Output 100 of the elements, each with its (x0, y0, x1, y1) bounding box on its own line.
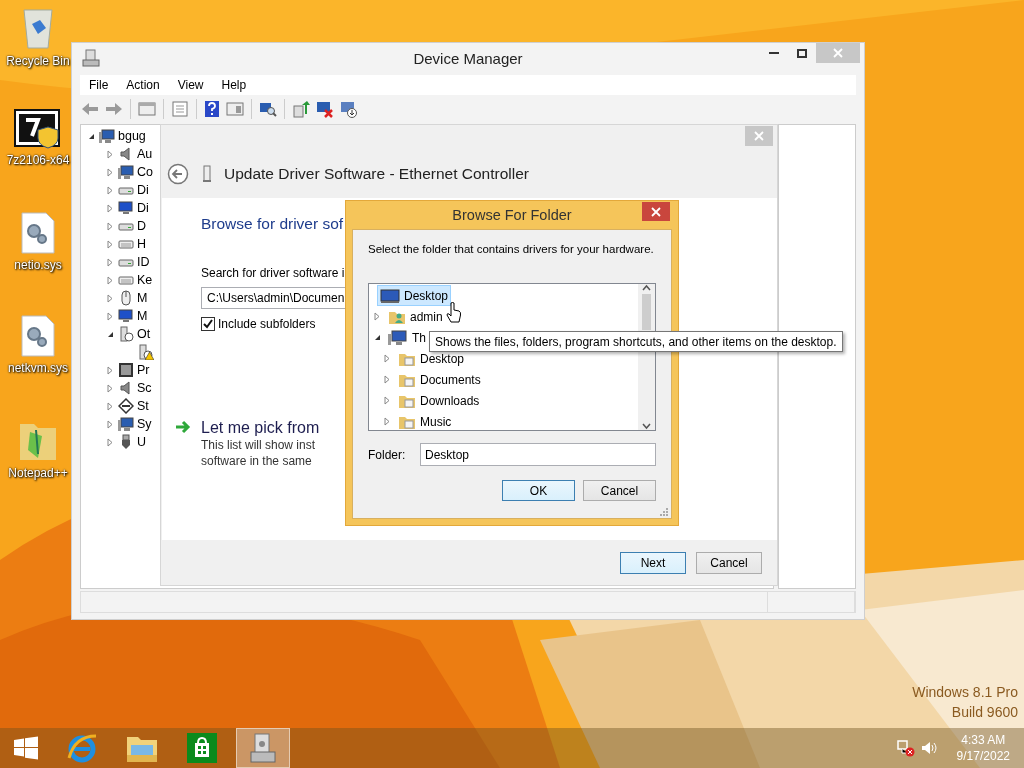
scrollbar-thumb[interactable] (642, 294, 651, 330)
collapsed-arrow-icon[interactable] (383, 375, 392, 384)
include-subfolders-checkbox[interactable]: Include subfolders (201, 317, 316, 331)
instruction-text: Select the folder that contains drivers for your hardware. (368, 243, 655, 255)
store-icon[interactable] (186, 732, 218, 764)
collapsed-arrow-icon[interactable] (106, 365, 115, 375)
folder-tree-item[interactable]: Music (395, 411, 455, 432)
back-button[interactable] (80, 100, 100, 118)
update-driver-button[interactable] (291, 99, 311, 119)
tooltip: Shows the files, folders, program shortcuts, and other items on the desktop. (429, 331, 843, 352)
arrow-right-icon (175, 419, 193, 435)
tree-item[interactable]: Di (137, 201, 149, 215)
tree-item[interactable]: Co (137, 165, 153, 179)
collapsed-arrow-icon[interactable] (106, 383, 115, 393)
folder-tree-item[interactable]: Th (385, 327, 429, 348)
hand-cursor-icon (446, 302, 462, 324)
folder-tree-item[interactable]: admin (385, 306, 446, 327)
scan-button[interactable] (258, 100, 278, 118)
folder-tree-item[interactable]: Desktop (377, 285, 452, 306)
collapsed-arrow-icon[interactable] (106, 239, 115, 249)
taskbar-app[interactable] (236, 728, 290, 768)
tree-item[interactable]: Pr (137, 363, 150, 377)
folder-tree-item[interactable]: Downloads (395, 390, 483, 411)
collapsed-arrow-icon[interactable] (106, 437, 115, 447)
collapsed-arrow-icon[interactable] (106, 275, 115, 285)
dialog-title: Browse For Folder (452, 207, 572, 223)
menu-item[interactable]: File (80, 76, 118, 94)
menu-item[interactable]: Action (117, 76, 169, 94)
tree-item[interactable]: ID (137, 255, 150, 269)
disable-button[interactable] (315, 99, 335, 119)
section-heading: Browse for driver sof (201, 215, 344, 233)
collapsed-arrow-icon[interactable] (106, 311, 115, 321)
monitor-x-icon (316, 100, 334, 118)
tree-item[interactable]: Ke (137, 273, 153, 287)
collapsed-arrow-icon[interactable] (106, 167, 115, 177)
collapsed-arrow-icon[interactable] (106, 257, 115, 267)
tree-item[interactable]: M (137, 309, 148, 323)
tree-item[interactable]: U (137, 435, 147, 449)
network-error-icon[interactable] (896, 739, 915, 757)
next-button[interactable]: Next (620, 551, 686, 574)
collapsed-arrow-icon[interactable] (106, 221, 115, 231)
back-button[interactable] (166, 162, 190, 186)
menu-item[interactable]: View (168, 76, 213, 94)
pick-driver-link[interactable]: Let me pick from (201, 419, 320, 437)
installer-icon[interactable] (14, 109, 62, 149)
menu-item[interactable]: Help (212, 76, 256, 94)
scroll-down-icon (642, 422, 651, 430)
cancel-button[interactable]: Cancel (583, 480, 656, 501)
folder-tree-item[interactable]: Documents (395, 369, 484, 390)
tree-item[interactable]: Di (137, 183, 149, 197)
forward-button[interactable] (104, 100, 124, 118)
device-manager-icon[interactable] (249, 732, 277, 764)
close-icon (651, 206, 661, 217)
cancel-button[interactable]: Cancel (696, 551, 762, 574)
volume-icon[interactable] (920, 740, 939, 756)
collapsed-arrow-icon[interactable] (383, 354, 392, 363)
dialog-title: Update Driver Software - Ethernet Controller (224, 165, 529, 183)
collapsed-arrow-icon[interactable] (106, 149, 115, 159)
description-text: This list will show inst (201, 437, 317, 453)
close-button[interactable] (642, 202, 670, 221)
collapsed-arrow-icon[interactable] (106, 419, 115, 429)
help-button[interactable] (203, 99, 221, 119)
resize-grip-icon[interactable] (660, 508, 668, 516)
tree-item[interactable]: Ot (137, 327, 151, 341)
scroll-up-icon (642, 284, 651, 292)
panel-icon (226, 101, 244, 117)
collapsed-arrow-icon[interactable] (106, 401, 115, 411)
network-adapter-icon (202, 165, 212, 183)
mouse-icon (118, 290, 134, 306)
collapsed-arrow-icon[interactable] (106, 293, 115, 303)
ok-button[interactable]: OK (502, 480, 575, 501)
collapsed-arrow-icon[interactable] (106, 203, 115, 213)
tree-item[interactable]: M (137, 291, 148, 305)
gear-file-icon[interactable] (21, 315, 55, 357)
collapsed-arrow-icon[interactable] (383, 417, 392, 426)
gear-file-icon[interactable] (21, 212, 55, 254)
folder-field[interactable]: Desktop (420, 443, 656, 466)
device-manager-icon (82, 49, 100, 67)
tree-item[interactable]: Sc (137, 381, 152, 395)
toolbar-button[interactable] (170, 100, 190, 118)
tree-item[interactable]: bgug (118, 129, 146, 143)
toolbar-button[interactable] (137, 100, 157, 118)
collapsed-arrow-icon[interactable] (383, 396, 392, 405)
tree-item[interactable]: Sy (137, 417, 152, 431)
tree-item[interactable]: St (137, 399, 149, 413)
computer-icon (99, 128, 115, 144)
collapsed-arrow-icon[interactable] (106, 185, 115, 195)
install-button[interactable] (339, 99, 359, 119)
tree-item[interactable]: Au (137, 147, 153, 161)
tree-item[interactable]: H (137, 237, 147, 251)
properties-icon (171, 101, 189, 117)
browser-icon[interactable] (66, 732, 98, 764)
expanded-arrow-icon[interactable] (373, 333, 382, 342)
forward-arrow-icon (105, 101, 123, 117)
window-title: Device Manager (412, 49, 524, 67)
checkmark-icon (203, 319, 213, 329)
unknown-device-icon (118, 326, 134, 342)
collapsed-arrow-icon[interactable] (373, 312, 382, 321)
tree-item[interactable]: D (137, 219, 147, 233)
close-icon (833, 48, 843, 58)
